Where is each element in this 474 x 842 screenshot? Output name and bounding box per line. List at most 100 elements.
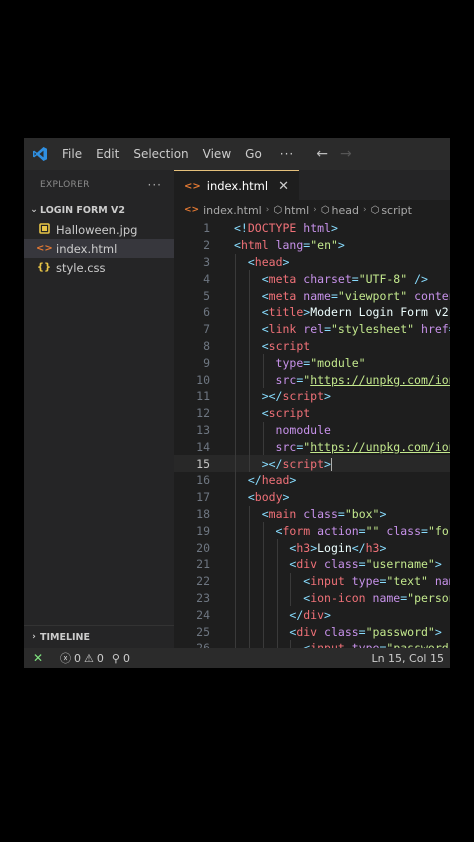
code-line[interactable]: 13 nomodule — [174, 421, 450, 439]
code-token: < — [261, 305, 269, 320]
code-token: html — [303, 221, 331, 236]
close-icon[interactable]: ✕ — [278, 179, 289, 194]
breadcrumb-item-html[interactable]: html — [284, 204, 309, 217]
breadcrumb-item-head[interactable]: head — [332, 204, 359, 217]
explorer-more-icon[interactable]: ··· — [148, 178, 162, 192]
forward-arrow-icon[interactable]: → — [340, 146, 352, 162]
code-token: </ — [289, 607, 304, 622]
code-line[interactable]: 21 <div class="username"> — [174, 555, 450, 573]
code-token: class — [324, 557, 359, 572]
code-token: meta — [268, 288, 297, 303]
code-token: meta — [268, 271, 297, 286]
folder-login-form[interactable]: ⌄ LOGIN FORM V2 — [24, 200, 174, 220]
cursor-position[interactable]: Ln 15, Col 15 — [371, 652, 444, 665]
tab-index-html[interactable]: <> index.html ✕ — [174, 170, 299, 201]
code-line[interactable]: 22 <input type="text" nam — [174, 572, 450, 590]
code-line[interactable]: 20 <h3>Login</h3> — [174, 539, 450, 556]
code-line[interactable]: 19 <form action="" class="for — [174, 522, 450, 540]
line-number: 2 — [203, 238, 210, 253]
code-token: title — [268, 305, 304, 320]
file-style-css[interactable]: {} style.css — [24, 258, 174, 277]
code-line[interactable]: 15 ></script> — [174, 455, 450, 472]
code-line[interactable]: 6 <title>Modern Login Form v2 — [174, 303, 450, 321]
line-number: 9 — [203, 355, 210, 370]
code-editor[interactable]: 1 <!DOCTYPE html> 2 <html lang="en"> 3 <head… — [174, 220, 450, 657]
file-index-html[interactable]: <> index.html — [24, 239, 174, 258]
code-token: </ — [351, 540, 366, 555]
code-line[interactable]: 9 type="module" — [174, 354, 450, 372]
code-token: nomodule — [275, 422, 331, 437]
code-line[interactable]: 7 <link rel="stylesheet" href= — [174, 320, 450, 338]
code-token: "en" — [310, 238, 338, 253]
code-token: > — [324, 456, 331, 471]
menu-view[interactable]: View — [203, 147, 231, 161]
code-token: type — [351, 574, 380, 589]
menu-go[interactable]: Go — [245, 147, 262, 161]
code-line[interactable]: 12 <script — [174, 404, 450, 422]
vscode-logo-icon[interactable] — [32, 146, 48, 162]
code-token: < — [247, 254, 255, 269]
menu-file[interactable]: File — [62, 147, 82, 161]
code-line[interactable]: 24 </div> — [174, 606, 450, 624]
code-token: class — [303, 506, 338, 521]
line-number: 14 — [196, 439, 210, 454]
breadcrumb-item-file[interactable]: index.html — [203, 204, 262, 217]
element-cube-icon: ⬡ — [273, 204, 283, 216]
ports-indicator[interactable]: ⚲ 0 — [112, 652, 130, 665]
navigation-arrows: ← → — [316, 146, 351, 162]
timeline-section[interactable]: › TIMELINE — [24, 625, 178, 648]
code-token: > — [434, 557, 442, 572]
code-line[interactable]: 25 <div class="password"> — [174, 623, 450, 640]
code-text: src="https://unpkg.com/ion — [234, 373, 450, 387]
code-token: > — [330, 221, 338, 236]
remote-connection-icon[interactable]: ✕ — [24, 651, 52, 665]
back-arrow-icon[interactable]: ← — [316, 146, 328, 162]
code-token: "module" — [310, 355, 366, 370]
file-halloween-jpg[interactable]: Halloween.jpg — [24, 220, 174, 239]
indent-guide — [248, 522, 250, 540]
code-line[interactable]: 3 <head> — [174, 253, 450, 271]
code-token: class — [324, 624, 359, 639]
indent-guide — [235, 421, 236, 439]
code-token: > — [434, 624, 442, 639]
code-token: h3 — [296, 540, 311, 555]
warning-count: 0 — [96, 651, 104, 665]
code-line[interactable]: 23 <ion-icon name="person — [174, 589, 450, 607]
html-icon: <> — [184, 180, 201, 192]
code-line[interactable]: 16 </head> — [174, 471, 450, 489]
code-line[interactable]: 2 <html lang="en"> — [174, 237, 450, 254]
indent-guide — [235, 387, 236, 405]
menu-selection[interactable]: Selection — [133, 147, 188, 161]
code-line[interactable]: 10 src="https://unpkg.com/ion — [174, 371, 450, 388]
code-line[interactable]: 4 <meta charset="UTF-8" /> — [174, 270, 450, 288]
code-token: action — [317, 523, 359, 538]
breadcrumb-item-script[interactable]: script — [381, 204, 412, 217]
problems-indicator[interactable]: ⓧ 0 ⚠ 0 — [60, 650, 104, 666]
code-text: <main class="box"> — [234, 506, 387, 521]
menu-edit[interactable]: Edit — [96, 147, 119, 161]
indent-guide — [235, 438, 236, 456]
more-menu-icon[interactable]: ··· — [280, 147, 294, 161]
image-icon — [36, 222, 52, 237]
code-line[interactable]: 11 ></script> — [174, 387, 450, 405]
code-token: script — [282, 389, 325, 404]
indent-guide — [262, 555, 264, 573]
explorer-sidebar: EXPLORER ··· ⌄ LOGIN FORM V2 Halloween.j… — [24, 170, 178, 648]
code-line[interactable]: 18 <main class="box"> — [174, 505, 450, 523]
code-token: > — [324, 607, 331, 622]
indent-guide — [248, 606, 250, 624]
code-line[interactable]: 17 <body> — [174, 488, 450, 506]
indent-guide — [248, 404, 250, 422]
text-cursor — [330, 457, 332, 471]
code-token: = — [351, 271, 359, 286]
code-token: ></ — [261, 389, 283, 404]
indent-guide — [276, 623, 278, 640]
code-line[interactable]: 1 <!DOCTYPE html> — [174, 220, 450, 237]
code-token: "viewport" — [337, 288, 408, 303]
code-line[interactable]: 14 src="https://unpkg.com/ion — [174, 438, 450, 456]
code-line[interactable]: 5 <meta name="viewport" conten — [174, 287, 450, 304]
code-line[interactable]: 8 <script — [174, 337, 450, 355]
